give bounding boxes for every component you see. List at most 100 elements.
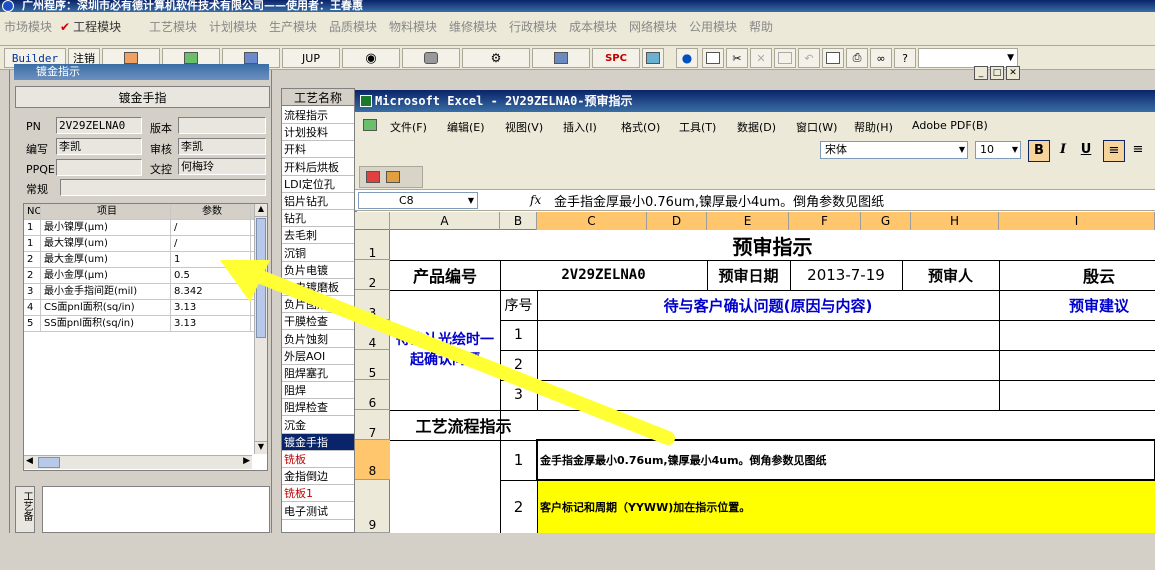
pn-field[interactable]: 2V29ZELNA0 [56,117,142,134]
grid-cell-item[interactable]: 最小金手指间距(mil) [41,284,171,300]
scroll-left-icon[interactable]: ◀ [26,456,33,466]
grid-cell-param[interactable]: 8.342 [171,284,251,300]
grid-cell-item[interactable]: 最小镍厚(μm) [41,220,171,236]
grid-horizontal-scrollbar[interactable]: ◀ ▶ [24,455,252,469]
copy-button[interactable] [822,48,844,68]
flow-text-1[interactable]: 金手指金厚最小0.76um,镍厚最小4um。倒角参数见图纸 [540,440,1155,480]
module-production[interactable]: 生产模块 [269,18,317,35]
grid-row[interactable]: 1 最大镍厚(um) / [24,236,254,252]
flow-label[interactable]: 工艺流程指示 [390,410,537,440]
row-header-4[interactable]: 4 [355,320,390,350]
process-item[interactable]: 开料 [282,141,354,159]
new-button[interactable] [702,48,724,68]
calendar-button[interactable] [642,48,664,68]
undo-button[interactable]: ↶ [798,48,820,68]
italic-button[interactable]: I [1052,140,1074,162]
grid-row[interactable]: 2 最小金厚(μm) 0.5 [24,268,254,284]
name-box[interactable]: C8 ▼ [358,192,478,209]
sheet-title[interactable]: 预审指示 [390,230,1155,260]
process-item[interactable]: LDI定位孔 [282,176,354,193]
menu-edit[interactable]: 编辑(E) [447,119,485,135]
process-item[interactable]: 负片电镀 [282,262,354,279]
process-item[interactable]: 铝片钻孔 [282,193,354,210]
review-date-value[interactable]: 2013-7-19 [790,260,902,290]
close-icon[interactable]: ✕ [1006,66,1020,80]
module-help[interactable]: 帮助 [749,18,773,35]
menu-adobe-pdf[interactable]: Adobe PDF(B) [912,119,988,132]
grid-cell-no[interactable]: 2 [24,252,41,268]
grid-cell-param[interactable]: 3.13 [171,300,251,316]
restore-icon[interactable]: □ [990,66,1004,80]
grid-vertical-scrollbar[interactable]: ▲ ▼ [254,204,267,454]
confirm-label[interactable]: 待确认光绘时一起确认问题 [390,322,500,378]
grid-row[interactable]: 1 最小镍厚(μm) / [24,220,254,236]
module-network[interactable]: 网络模块 [629,18,677,35]
process-item[interactable]: 铣板 [282,451,354,468]
row-header-8[interactable]: 8 [355,440,390,480]
col-header-a[interactable]: A [390,212,500,230]
process-item[interactable]: 开料后烘板 [282,159,354,176]
process-item[interactable]: 外层AOI [282,348,354,365]
row-header-2[interactable]: 2 [355,260,390,290]
grid-cell-item[interactable]: 最大镍厚(um) [41,236,171,252]
product-no-label[interactable]: 产品编号 [390,260,500,290]
module-plan[interactable]: 计划模块 [209,18,257,35]
grid-cell-no[interactable]: 3 [24,284,41,300]
tools-button[interactable]: ⚙ [462,48,530,68]
spc-button[interactable]: SPC [592,48,640,68]
menu-file[interactable]: 文件(F) [390,119,427,135]
menu-window[interactable]: 窗口(W) [796,119,837,135]
pdf-settings-icon[interactable] [386,171,400,183]
ppqe-field[interactable] [56,159,142,176]
menu-insert[interactable]: 插入(I) [563,119,597,135]
process-item[interactable]: 钻孔 [282,210,354,228]
process-item[interactable]: 铣板1 [282,485,354,503]
menu-format[interactable]: 格式(O) [621,119,660,135]
help-button[interactable]: ? [894,48,916,68]
seq-2[interactable]: 2 [500,350,537,380]
process-item[interactable]: 阻焊检查 [282,399,354,417]
grid-cell-param[interactable]: 3.13 [171,316,251,332]
bold-button[interactable]: B [1028,140,1050,162]
process-item[interactable]: 负片图形 [282,296,354,314]
grid-cell-no[interactable]: 1 [24,220,41,236]
grid-cell-item[interactable]: 最大金厚(um) [41,252,171,268]
grid-cell-param[interactable]: / [171,236,251,252]
remarks-box[interactable] [42,486,270,533]
delete-button[interactable]: ✕ [750,48,772,68]
module-material[interactable]: 物料模块 [389,18,437,35]
suggest-label[interactable]: 预审建议 [999,290,1155,320]
flow-text-2[interactable]: 客户标记和周期（YYWW)加在指示位置。 [540,480,1155,533]
scroll-down-icon[interactable]: ▼ [255,441,267,454]
reviewer-field[interactable]: 李凯 [178,138,266,155]
module-common[interactable]: 公用模块 [689,18,737,35]
grid-row[interactable]: 3 最小金手指间距(mil) 8.342 [24,284,254,300]
col-header-e[interactable]: E [707,212,789,230]
select-all-corner[interactable] [355,212,390,230]
flow-no-1[interactable]: 1 [500,440,537,480]
row-header-7[interactable]: 7 [355,410,390,440]
grid-row[interactable]: 5 SS面pnl面积(sq/in) 3.13 [24,316,254,332]
process-item[interactable]: 负片蚀刻 [282,331,354,348]
find-button[interactable]: ∞ [870,48,892,68]
hscroll-thumb[interactable] [38,457,60,468]
grid-row[interactable]: 4 CS面pnl面积(sq/in) 3.13 [24,300,254,316]
module-process[interactable]: 工艺模块 [149,18,197,35]
module-market[interactable]: 市场模块 [4,18,52,35]
jup-button[interactable]: JUP [282,48,340,68]
product-no-value[interactable]: 2V29ZELNA0 [500,260,707,290]
grid-cell-no[interactable]: 2 [24,268,41,284]
minimize-icon[interactable]: _ [974,66,988,80]
seq-3[interactable]: 3 [500,380,537,410]
align-center-icon[interactable]: ≡ [1127,140,1149,162]
process-item[interactable]: 干膜检查 [282,313,354,331]
row-header-3[interactable]: 3 [355,290,390,320]
row-header-1[interactable]: 1 [355,230,390,260]
view-button[interactable]: ◉ [342,48,400,68]
save-button[interactable] [532,48,590,68]
align-left-icon[interactable]: ≡ [1103,140,1125,162]
issue-label[interactable]: 待与客户确认问题(原因与内容) [537,290,999,320]
col-header-d[interactable]: D [647,212,707,230]
process-item[interactable]: 沉金 [282,417,354,434]
grid-cell-item[interactable]: CS面pnl面积(sq/in) [41,300,171,316]
